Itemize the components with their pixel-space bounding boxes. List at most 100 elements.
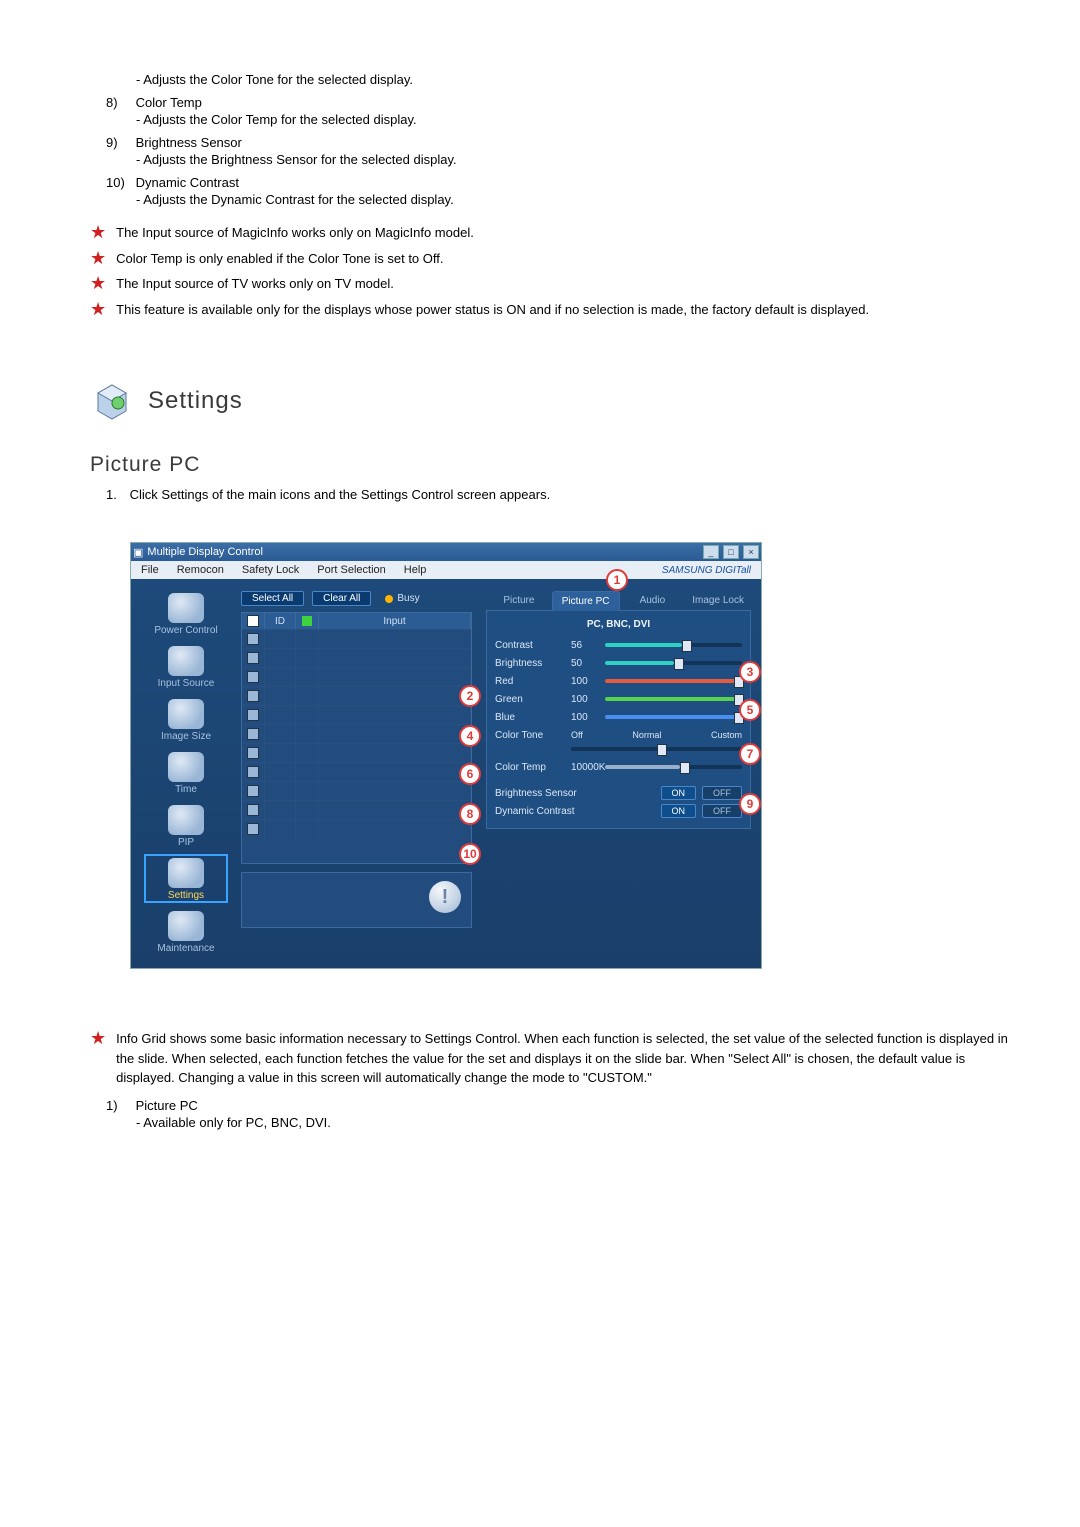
table-row[interactable] — [242, 648, 471, 667]
minimize-button[interactable]: _ — [703, 545, 719, 559]
grid-header-flag[interactable] — [296, 613, 319, 629]
settings-panel: PC, BNC, DVI Contrast 56 Brightness 50 — [486, 611, 751, 829]
menubar: File Remocon Safety Lock Port Selection … — [131, 561, 761, 579]
tab-image-lock[interactable]: Image Lock — [685, 591, 751, 611]
note-text: The Input source of TV works only on TV … — [116, 274, 394, 294]
pip-icon — [168, 805, 204, 835]
callout-marker: 1 — [606, 569, 628, 591]
menu-file[interactable]: File — [141, 564, 159, 576]
callout-marker: 7 — [739, 743, 761, 765]
window-controls: _ □ × — [702, 545, 759, 559]
select-all-button[interactable]: Select All — [241, 591, 304, 606]
sidebar-item-image-size[interactable]: Image Size — [146, 697, 226, 742]
callout-marker: 5 — [739, 699, 761, 721]
red-slider[interactable] — [605, 679, 742, 683]
star-icon: ★ — [90, 1029, 106, 1047]
callout-marker: 9 — [739, 793, 761, 815]
off-button[interactable]: OFF — [702, 804, 742, 818]
green-slider[interactable] — [605, 697, 742, 701]
list-item: 8) Color Temp - Adjusts the Color Temp f… — [106, 95, 1010, 127]
row-brightness: Brightness 50 — [495, 654, 742, 672]
close-button[interactable]: × — [743, 545, 759, 559]
table-row[interactable] — [242, 743, 471, 762]
menu-remocon[interactable]: Remocon — [177, 564, 224, 576]
off-button[interactable]: OFF — [702, 786, 742, 800]
item-desc: Adjusts the Dynamic Contrast for the sel… — [143, 192, 453, 207]
menu-safety-lock[interactable]: Safety Lock — [242, 564, 299, 576]
brightness-slider[interactable] — [605, 661, 742, 665]
blue-slider[interactable] — [605, 715, 742, 719]
on-button[interactable]: ON — [661, 786, 697, 800]
checkbox-icon[interactable] — [247, 633, 259, 645]
checkbox-icon[interactable] — [247, 690, 259, 702]
sidebar-item-settings[interactable]: Settings — [146, 856, 226, 901]
sidebar-item-maintenance[interactable]: Maintenance — [146, 909, 226, 954]
table-row[interactable] — [242, 781, 471, 800]
tab-picture[interactable]: Picture — [486, 591, 552, 611]
on-button[interactable]: ON — [661, 804, 697, 818]
row-label: Green — [495, 694, 571, 705]
tone-opt: Normal — [632, 730, 661, 740]
note-row: ★The Input source of MagicInfo works onl… — [90, 223, 1010, 243]
checkbox-icon[interactable] — [247, 652, 259, 664]
contrast-slider[interactable] — [605, 643, 742, 647]
checkbox-icon[interactable] — [247, 823, 259, 835]
checkbox-icon[interactable] — [247, 766, 259, 778]
sidebar-item-pip[interactable]: PIP — [146, 803, 226, 848]
row-label: Dynamic Contrast — [495, 806, 605, 817]
table-row[interactable] — [242, 686, 471, 705]
checkbox-icon[interactable] — [247, 671, 259, 683]
tabs: Picture Picture PC Audio Image Lock — [486, 591, 751, 611]
callout-marker: 2 — [459, 685, 481, 707]
note-text: Info Grid shows some basic information n… — [116, 1029, 1010, 1088]
maintenance-icon — [168, 911, 204, 941]
grid-body — [242, 629, 471, 838]
color-temp-slider[interactable] — [605, 765, 742, 769]
section-title: Settings — [148, 387, 243, 415]
sidebar-item-input-source[interactable]: Input Source — [146, 644, 226, 689]
tab-audio[interactable]: Audio — [620, 591, 686, 611]
sidebar-item-time[interactable]: Time — [146, 750, 226, 795]
checkbox-icon[interactable] — [247, 747, 259, 759]
row-label: Color Tone — [495, 730, 571, 741]
row-green: Green 100 — [495, 690, 742, 708]
item-desc: Adjusts the Color Tone for the selected … — [143, 72, 413, 87]
clear-all-button[interactable]: Clear All — [312, 591, 371, 606]
time-icon — [168, 752, 204, 782]
row-value: 100 — [571, 712, 605, 723]
maximize-button[interactable]: □ — [723, 545, 739, 559]
checkbox-icon[interactable] — [247, 804, 259, 816]
row-label: Blue — [495, 712, 571, 723]
sidebar-item-power-control[interactable]: Power Control — [146, 591, 226, 636]
grid-header-id[interactable]: ID — [265, 613, 296, 629]
note-text: The Input source of MagicInfo works only… — [116, 223, 474, 243]
color-tone-slider[interactable] — [571, 747, 742, 751]
menu-port-selection[interactable]: Port Selection — [317, 564, 385, 576]
table-row[interactable] — [242, 819, 471, 838]
menu-help[interactable]: Help — [404, 564, 427, 576]
list-item: 1) Picture PC - Available only for PC, B… — [106, 1098, 1010, 1130]
row-brightness-sensor: Brightness Sensor ON OFF — [495, 784, 742, 802]
grid-header-input[interactable]: Input — [319, 613, 471, 629]
callout-marker: 8 — [459, 803, 481, 825]
checkbox-icon[interactable] — [247, 785, 259, 797]
table-row[interactable] — [242, 724, 471, 743]
checkbox-icon — [247, 615, 259, 627]
table-row[interactable] — [242, 762, 471, 781]
table-row[interactable] — [242, 629, 471, 648]
busy-label: Busy — [397, 593, 419, 604]
checkbox-icon[interactable] — [247, 728, 259, 740]
row-value: 100 — [571, 676, 605, 687]
tab-picture-pc[interactable]: Picture PC — [552, 591, 620, 611]
grid-header-check[interactable] — [242, 613, 265, 629]
row-label: Brightness Sensor — [495, 788, 605, 799]
checkbox-icon[interactable] — [247, 709, 259, 721]
color-tone-options[interactable]: Off Normal Custom — [571, 730, 742, 740]
table-row[interactable] — [242, 705, 471, 724]
right-panel: 1 Picture Picture PC Audio Image Lock PC… — [486, 591, 751, 954]
table-row[interactable] — [242, 800, 471, 819]
status-panel: ! — [241, 872, 472, 928]
table-row[interactable] — [242, 667, 471, 686]
notes-block: ★The Input source of MagicInfo works onl… — [70, 223, 1010, 319]
panel-title: PC, BNC, DVI — [495, 619, 742, 630]
